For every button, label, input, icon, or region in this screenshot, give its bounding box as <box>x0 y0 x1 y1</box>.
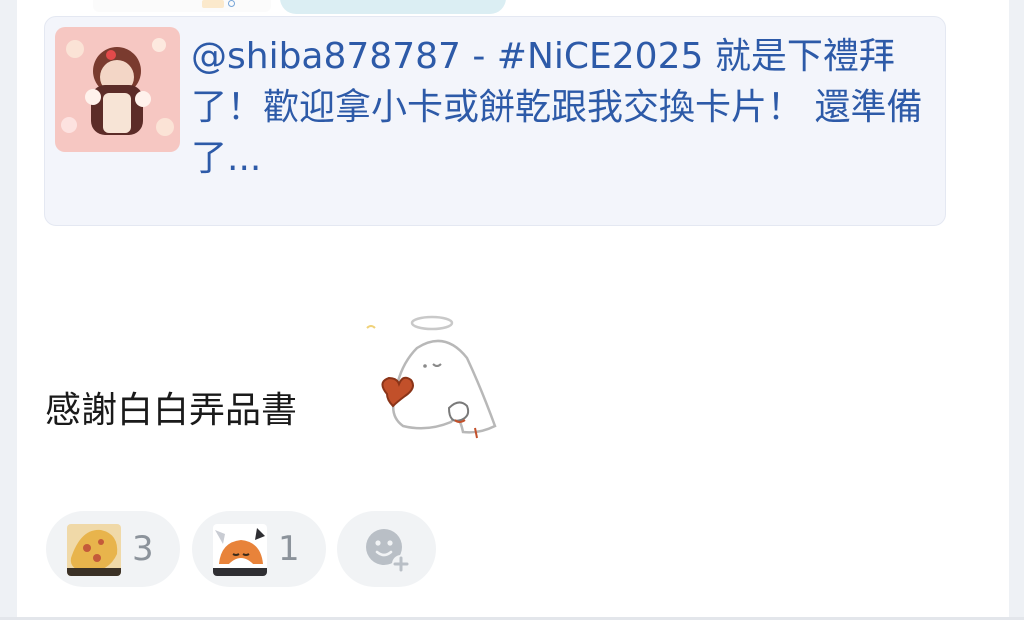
message-post: @shiba878787 - #NiCE2025 就是下禮拜了！歡迎拿小卡或餅乾… <box>17 0 1009 620</box>
message-text: 感謝白白弄品書 <box>45 390 298 431</box>
add-reaction-button[interactable] <box>337 511 436 587</box>
cookie-emoji-icon <box>67 524 121 576</box>
previous-embed-thumbnail[interactable] <box>93 0 271 12</box>
add-reaction-icon <box>366 529 410 573</box>
previous-embed-pill[interactable] <box>280 0 506 14</box>
reaction-count: 1 <box>278 529 300 569</box>
ghost-sticker <box>357 308 508 444</box>
link-preview-card[interactable]: @shiba878787 - #NiCE2025 就是下禮拜了！歡迎拿小卡或餅乾… <box>44 16 946 226</box>
reaction-count: 3 <box>132 529 154 569</box>
embed-avatar <box>55 27 180 152</box>
embed-text[interactable]: @shiba878787 - #NiCE2025 就是下禮拜了！歡迎拿小卡或餅乾… <box>191 31 941 184</box>
fox-emoji-icon <box>213 524 267 576</box>
reaction-chip-cookie[interactable]: 3 <box>46 511 180 587</box>
reaction-chip-fox[interactable]: 1 <box>192 511 326 587</box>
previous-embed-badge <box>202 0 224 8</box>
settings-icon <box>228 0 235 7</box>
